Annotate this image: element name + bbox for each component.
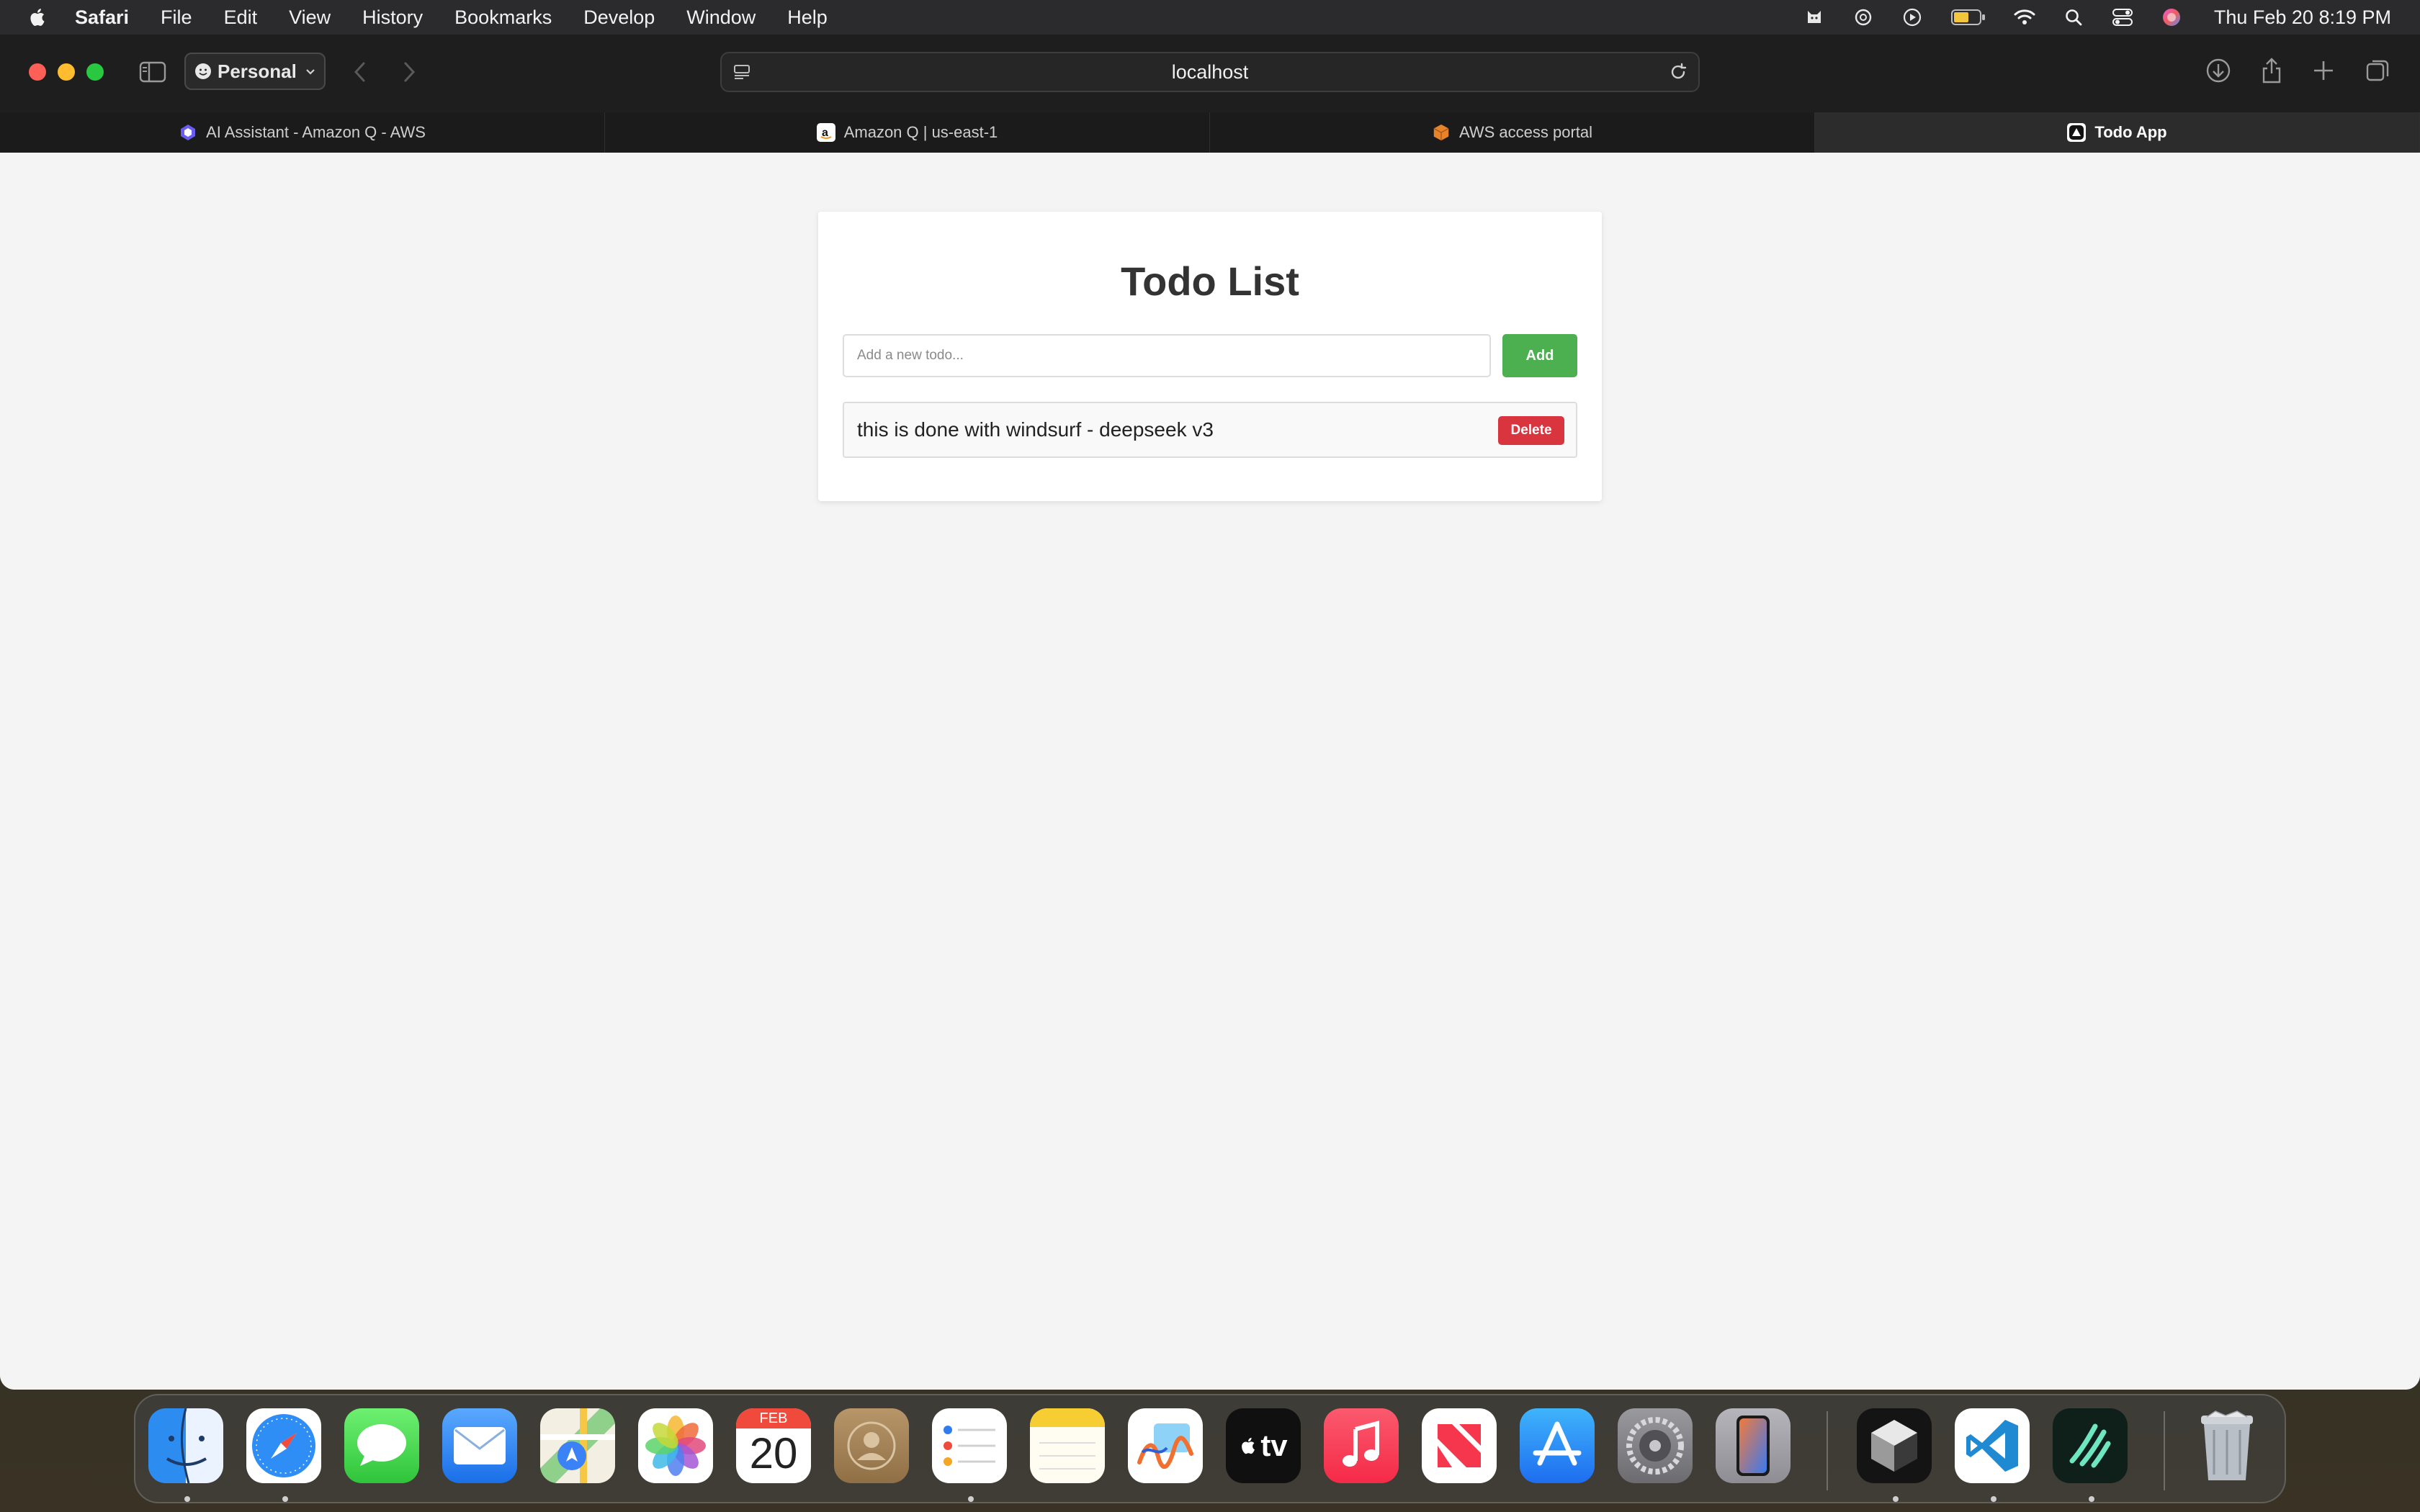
tab-bar: AI Assistant - Amazon Q - AWS a Amazon Q… — [0, 112, 2420, 153]
menu-file[interactable]: File — [161, 6, 192, 29]
tab-label: Todo App — [2094, 123, 2167, 141]
running-indicator — [1893, 1496, 1899, 1502]
tab-ai-assistant[interactable]: AI Assistant - Amazon Q - AWS — [0, 112, 605, 153]
tab-label: AWS access portal — [1458, 123, 1593, 141]
menu-bar: Safari File Edit View History Bookmarks … — [0, 0, 2420, 35]
running-indicator — [282, 1496, 288, 1502]
running-indicator — [184, 1496, 190, 1502]
windsurf-icon[interactable] — [2053, 1408, 2128, 1483]
tab-amazon-q[interactable]: a Amazon Q | us-east-1 — [605, 112, 1210, 153]
delete-todo-button[interactable]: Delete — [1498, 416, 1564, 445]
running-indicator — [2089, 1496, 2094, 1502]
close-window-button[interactable] — [29, 63, 46, 81]
browser-toolbar: Personal localhost — [0, 35, 2420, 112]
maps-icon[interactable] — [540, 1408, 615, 1483]
app-store-icon[interactable] — [1520, 1408, 1595, 1483]
trash-icon[interactable] — [2190, 1408, 2264, 1483]
menu-edit[interactable]: Edit — [224, 6, 258, 29]
todo-card: Todo List Add this is done with windsurf… — [818, 212, 1602, 501]
reload-icon[interactable] — [1668, 62, 1688, 82]
safari-icon[interactable] — [246, 1408, 321, 1483]
notes-icon[interactable] — [1030, 1408, 1105, 1483]
siri-icon[interactable] — [2161, 6, 2182, 28]
menu-app-name[interactable]: Safari — [75, 6, 129, 29]
share-icon[interactable] — [2257, 56, 2286, 85]
chatgpt-status-icon[interactable] — [1852, 6, 1874, 28]
tab-overview-icon[interactable] — [2364, 56, 2393, 85]
profile-label: Personal — [218, 60, 297, 82]
menu-help[interactable]: Help — [787, 6, 828, 29]
amazon-icon: a — [816, 123, 835, 142]
contacts-icon[interactable] — [834, 1408, 909, 1483]
page-viewport: Todo List Add this is done with windsurf… — [0, 153, 2420, 1390]
back-arrow-icon[interactable] — [351, 59, 369, 85]
new-todo-input[interactable] — [843, 334, 1491, 377]
running-indicator — [1991, 1496, 1996, 1502]
amazon-q-icon — [179, 123, 197, 142]
profile-smiley-icon — [195, 63, 211, 79]
tab-todo-app[interactable]: Todo App — [1815, 112, 2420, 153]
mail-icon[interactable] — [442, 1408, 517, 1483]
chevron-down-icon — [306, 69, 315, 75]
page-settings-icon[interactable] — [732, 62, 752, 82]
reminders-icon[interactable] — [932, 1408, 1007, 1483]
app-triangle-icon — [2067, 123, 2087, 142]
photos-icon[interactable] — [638, 1408, 713, 1483]
apple-menu-icon[interactable] — [27, 6, 49, 28]
address-text: localhost — [1171, 60, 1249, 83]
tab-label: Amazon Q | us-east-1 — [843, 123, 998, 141]
finder-icon[interactable] — [148, 1408, 223, 1483]
calendar-month: FEB — [736, 1408, 811, 1428]
dock: FEB 20 tv — [134, 1394, 2286, 1503]
tab-aws-portal[interactable]: AWS access portal — [1210, 112, 1815, 153]
menu-window[interactable]: Window — [686, 6, 756, 29]
menu-clock[interactable]: Thu Feb 20 8:19 PM — [2214, 6, 2391, 29]
menu-view[interactable]: View — [289, 6, 331, 29]
downloads-icon[interactable] — [2204, 56, 2233, 85]
forward-arrow-icon[interactable] — [400, 59, 418, 85]
new-tab-plus-icon[interactable] — [2309, 56, 2338, 85]
iphone-mirroring-icon[interactable] — [1716, 1408, 1791, 1483]
battery-icon[interactable] — [1950, 6, 1986, 28]
music-icon[interactable] — [1324, 1408, 1399, 1483]
menu-bookmarks[interactable]: Bookmarks — [454, 6, 552, 29]
vscode-icon[interactable] — [1955, 1408, 2030, 1483]
control-center-icon[interactable] — [2112, 6, 2133, 28]
apple-tv-icon[interactable]: tv — [1226, 1408, 1301, 1483]
running-indicator — [968, 1496, 974, 1502]
add-todo-button[interactable]: Add — [1502, 334, 1577, 377]
tv-label: tv — [1260, 1428, 1288, 1462]
menu-history[interactable]: History — [362, 6, 423, 29]
sidebar-toggle-icon[interactable] — [138, 60, 167, 84]
aws-cube-icon — [1432, 123, 1451, 142]
play-status-icon[interactable] — [1901, 6, 1923, 28]
cursor-icon[interactable] — [1857, 1408, 1932, 1483]
todo-item-text: this is done with windsurf - deepseek v3 — [857, 418, 1214, 441]
spotlight-search-icon[interactable] — [2063, 6, 2084, 28]
address-bar[interactable]: localhost — [720, 52, 1700, 92]
page-title: Todo List — [1121, 258, 1299, 304]
fullscreen-window-button[interactable] — [86, 63, 104, 81]
news-icon[interactable] — [1422, 1408, 1497, 1483]
dock-separator — [1827, 1411, 1828, 1490]
todo-item: this is done with windsurf - deepseek v3… — [843, 402, 1577, 458]
calendar-day: 20 — [749, 1429, 798, 1477]
tab-label: AI Assistant - Amazon Q - AWS — [206, 123, 426, 141]
messages-icon[interactable] — [344, 1408, 419, 1483]
freeform-icon[interactable] — [1128, 1408, 1203, 1483]
menu-develop[interactable]: Develop — [583, 6, 655, 29]
system-settings-icon[interactable] — [1618, 1408, 1693, 1483]
minimize-window-button[interactable] — [58, 63, 75, 81]
safari-window: Personal localhost AI Assistant - Amazon… — [0, 35, 2420, 1390]
calendar-icon[interactable]: FEB 20 — [736, 1408, 811, 1483]
wifi-icon[interactable] — [2014, 6, 2035, 28]
profile-button[interactable]: Personal — [184, 53, 326, 90]
dock-separator — [2164, 1411, 2165, 1490]
cat-status-icon[interactable] — [1803, 6, 1825, 28]
